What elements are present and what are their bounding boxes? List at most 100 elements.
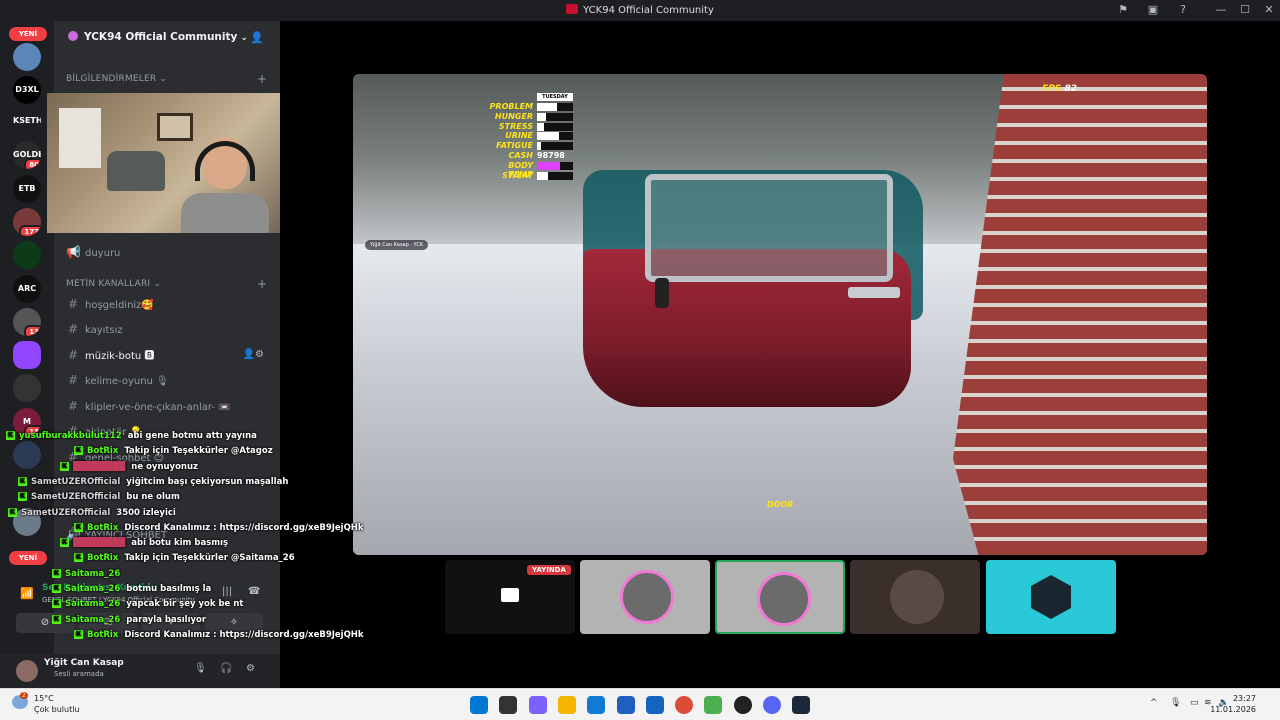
close-button[interactable]: ✕ [1262,3,1276,17]
flag-icon[interactable]: ⚑ [1116,3,1130,17]
hud-row: BODY TEMP [481,161,573,179]
server-icon[interactable]: ARC [13,275,41,303]
channel-label: akinatör 💡 [85,427,142,438]
channel-kayitsiz[interactable]: # kayıtsız [66,319,274,339]
signal-icon: 📶 [20,587,34,600]
steam-icon[interactable] [792,696,811,714]
server-icon[interactable]: 177 [13,208,41,236]
microphone-icon[interactable]: 🎙 [194,663,207,674]
video-tile-stream[interactable]: YAYINDA [445,560,575,634]
speaker-icon: 🔊 [66,527,81,541]
camera-off-button[interactable]: ⊘ [16,613,74,633]
add-channel-icon[interactable]: + [257,277,267,291]
server-icon[interactable] [13,441,41,469]
channel-muzik-botu[interactable]: # müzik-botu 🅱 👤⚙ [66,345,274,365]
channel-settings-icon[interactable]: 👤⚙ [243,345,264,365]
new-badge-top: YENİ [9,27,47,41]
discord-icon[interactable] [763,696,781,714]
hud-bar [537,112,573,121]
add-channel-icon[interactable]: + [257,72,267,86]
minimize-button[interactable]: — [1214,3,1228,17]
category-notifications[interactable]: BİLGİLENDİRMELER ⌄ + [66,72,267,86]
video-tile-user-speaking[interactable] [715,560,845,634]
video-tile-user[interactable] [850,560,980,634]
server-icon[interactable] [13,374,41,402]
activity-button[interactable]: ✦ [142,613,200,633]
door-prompt: DOOR [767,500,794,509]
inbox-icon[interactable]: ▣ [1146,3,1160,17]
title-bar: YCK94 Official Community ⚑ ▣ ? — ☐ ✕ [0,0,1280,21]
server-icon[interactable]: ETB [13,175,41,203]
user-name: Yiğit Can Kasap [44,658,124,668]
video-tile-activity[interactable] [986,560,1116,634]
hud-label: FATIGUE [496,141,533,151]
hud-label: PROBLEM [489,102,533,111]
chrome-icon[interactable] [675,696,694,714]
disconnect-icon[interactable]: ☎ [248,586,260,597]
hash-icon: # [67,373,79,387]
hash-icon: # [67,348,79,362]
outlook-icon[interactable] [645,696,664,714]
channel-duyuru[interactable]: 📢 duyuru [66,242,274,262]
chevron-down-icon: ⌄ [240,33,248,43]
windows-start-icon[interactable] [470,696,488,714]
voice-connection-panel: 📶 Ses Bağlantısı Kuruldu GENEL SOHBET / … [8,578,272,654]
settings-icon[interactable] [704,696,723,714]
server-badge: 177 [19,225,41,236]
server-name: YCK94 Official Community [84,31,238,43]
avatar [890,570,944,624]
server-icon[interactable]: 13 [13,308,41,336]
game-stream-view[interactable]: TUESDAY PROBLEM HUNGER STRESS URINE FATIGUE C… [353,74,1207,555]
channel-hosgeldiniz[interactable]: # hoşgeldiniz🥰 [66,294,274,314]
edge-icon[interactable] [587,696,606,714]
category-text-channels[interactable]: METİN KANALLARI ⌄ + [66,277,267,291]
hud-bar-fill [537,142,542,151]
avatar[interactable] [16,660,38,682]
server-icon[interactable]: KSETH [13,107,41,135]
obs-icon[interactable] [733,696,752,714]
server-header[interactable]: YCK94 Official Community ⌄ 👤 [54,21,280,54]
store-icon[interactable] [616,696,635,714]
channel-yayinci-sohbet[interactable]: 🔊 YAYINCI SOHBET [66,524,274,544]
clock[interactable]: 23:27 11.01.2026 [1210,693,1256,715]
channel-klipler[interactable]: # klipler-ve-öne-çıkan-anlar- 📼 [66,396,274,416]
hud-cash-value: 98798 [537,151,565,160]
screen-share-button[interactable]: ⎚ [79,613,137,633]
video-tile-user[interactable] [580,560,710,634]
server-icon[interactable] [13,341,41,369]
channel-label: klipler-ve-öne-çıkan-anlar- 📼 [85,402,231,413]
headphones-icon[interactable]: 🎧 [220,663,232,674]
file-explorer-icon[interactable] [557,696,576,714]
hud-row: URINE [481,131,573,141]
noise-suppression-icon[interactable]: ||| [222,586,232,597]
headphones-icon [195,141,255,181]
user-panel: Yiğit Can Kasap Sesli aramada 🎙 🎧 ⚙ [0,654,280,688]
hash-icon: # [67,297,79,311]
task-view-icon[interactable] [499,696,518,714]
chevron-up-icon[interactable]: ^ [1150,698,1158,708]
channel-akinator[interactable]: # akinatör 💡 [66,421,274,441]
invite-people-icon[interactable]: 👤 [250,31,264,44]
monitor-icon[interactable]: ▭ [1190,698,1199,708]
hash-icon: # [67,322,79,336]
microphone-icon[interactable]: 🎙 [1170,698,1181,708]
server-icon[interactable]: M 13 [13,408,41,436]
hud-label: SWEAT [502,170,533,180]
hud-day: TUESDAY [537,93,573,101]
copilot-icon[interactable] [528,696,547,714]
channel-kelime-oyunu[interactable]: # kelime-oyunu 🎙 [66,370,274,390]
weather-badge: 2 [20,692,28,699]
channel-genel-sohbet[interactable]: # genel-sohbet 😊 [66,447,274,467]
game-car-window [645,174,893,282]
gear-icon[interactable]: ⚙ [246,663,255,674]
server-icon[interactable] [13,241,41,269]
server-icon[interactable] [13,43,41,71]
help-icon[interactable]: ? [1176,3,1190,17]
server-icon[interactable] [13,508,41,536]
server-icon[interactable]: D3XL [13,76,41,104]
channel-label: müzik-botu 🅱 [85,351,155,362]
hud-label: CASH [508,151,533,160]
soundboard-button[interactable]: ✧ [205,613,263,633]
maximize-button[interactable]: ☐ [1238,3,1252,17]
server-icon[interactable]: GOLDEN80 [13,141,41,169]
